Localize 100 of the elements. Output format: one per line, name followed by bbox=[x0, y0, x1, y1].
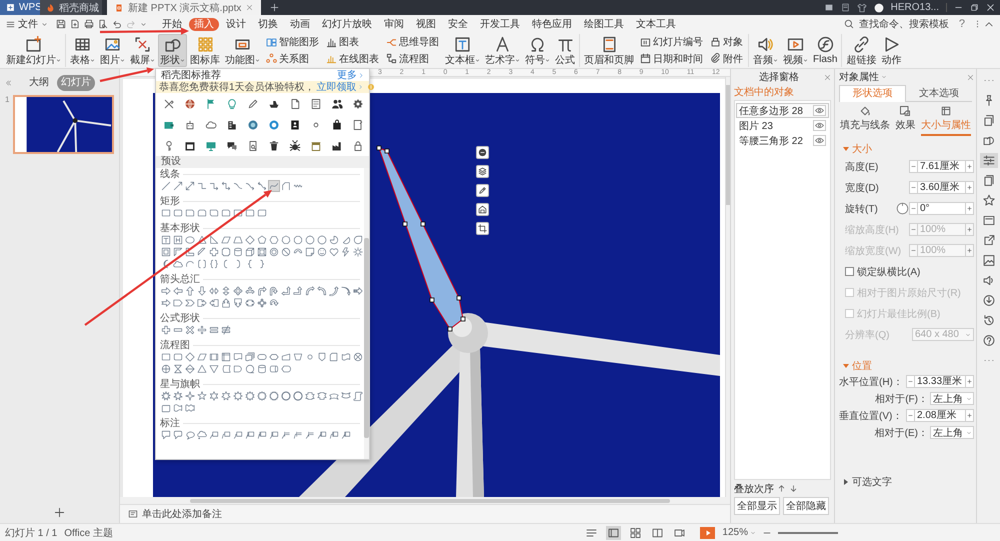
multiply-sign-icon[interactable] bbox=[185, 325, 195, 335]
restore-icon[interactable] bbox=[970, 3, 979, 12]
decrement-button[interactable] bbox=[909, 160, 918, 173]
folded-corner-icon[interactable] bbox=[305, 247, 315, 257]
shopping-bag-icon[interactable] bbox=[330, 118, 342, 130]
rotation-dial-icon[interactable] bbox=[896, 202, 909, 215]
bent-up-arrow-icon[interactable] bbox=[293, 286, 303, 296]
increment-button[interactable] bbox=[965, 160, 974, 173]
star-8-icon[interactable] bbox=[233, 391, 243, 401]
increment-button[interactable] bbox=[965, 375, 974, 388]
star-16-icon[interactable] bbox=[269, 391, 279, 401]
window-tab[interactable]: 新建 PPTX 演示文稿.pptx bbox=[107, 0, 262, 15]
menu-tab[interactable]: 开发工具 bbox=[475, 18, 525, 30]
ribbon-button[interactable]: 思维导图 bbox=[383, 34, 442, 50]
slide-sorter-icon[interactable] bbox=[628, 526, 644, 540]
plus-icon[interactable] bbox=[54, 507, 65, 518]
padlock-icon[interactable] bbox=[352, 140, 364, 152]
ribbon-button[interactable]: 功能图 bbox=[223, 34, 262, 67]
quad-arrow-callout-icon[interactable] bbox=[257, 298, 267, 308]
ribbon-button[interactable]: 对象 bbox=[707, 34, 746, 50]
flow-process-icon[interactable] bbox=[161, 352, 171, 362]
curve-icon[interactable] bbox=[269, 181, 279, 191]
flow-delay-icon[interactable] bbox=[233, 364, 243, 374]
note-icon[interactable] bbox=[840, 3, 850, 12]
smiley-icon[interactable] bbox=[317, 247, 327, 257]
decrement-button[interactable] bbox=[906, 375, 915, 388]
layers-button[interactable] bbox=[476, 165, 489, 178]
ribbon-button[interactable]: 日期和时间 bbox=[637, 50, 706, 67]
pen-button[interactable] bbox=[476, 184, 489, 197]
ribbon-button[interactable]: 新建幻灯片 bbox=[4, 34, 63, 67]
heptagon-icon[interactable] bbox=[281, 235, 291, 245]
flow-punched-tape-icon[interactable] bbox=[341, 352, 351, 362]
borderless-line-callout-icon[interactable] bbox=[281, 430, 291, 440]
flow-stored-data-icon[interactable] bbox=[221, 364, 231, 374]
cloud-callout-icon[interactable] bbox=[197, 430, 207, 440]
eye-icon[interactable] bbox=[813, 105, 826, 116]
ribbon-button[interactable]: 页眉和页脚 bbox=[582, 34, 636, 67]
flow-direct-access-storage-icon[interactable] bbox=[269, 364, 279, 374]
robot-icon[interactable] bbox=[184, 118, 196, 130]
user-name[interactable]: HERO13... bbox=[890, 2, 939, 13]
expand-triangle-icon[interactable] bbox=[843, 363, 849, 369]
left-right-up-arrow-icon[interactable] bbox=[245, 286, 255, 296]
pentagon-icon[interactable] bbox=[257, 235, 267, 245]
flow-internal-storage-icon[interactable] bbox=[221, 352, 231, 362]
pane-button[interactable]: 全部显示 bbox=[734, 497, 780, 515]
flow-multidocument-icon[interactable] bbox=[245, 352, 255, 362]
flow-sort-icon[interactable] bbox=[185, 364, 195, 374]
chevron-icon[interactable] bbox=[185, 298, 195, 308]
curved-up-ribbon-icon[interactable] bbox=[329, 391, 339, 401]
ribbon-button[interactable]: 幻灯片编号 bbox=[637, 34, 706, 50]
lightbulb-icon[interactable] bbox=[226, 98, 238, 110]
menu-tab[interactable]: 文本工具 bbox=[631, 18, 681, 30]
accent-double-bent-line-callout-icon[interactable] bbox=[269, 430, 279, 440]
right-arrow-callout-icon[interactable] bbox=[197, 298, 207, 308]
plaque-icon[interactable] bbox=[221, 247, 231, 257]
window-tab[interactable]: 稻壳商城 bbox=[40, 0, 102, 15]
increment-button[interactable] bbox=[965, 409, 974, 422]
wave-icon[interactable] bbox=[173, 403, 183, 413]
rectangle-icon[interactable] bbox=[161, 208, 171, 218]
view-tab[interactable]: 大纲 bbox=[25, 75, 53, 91]
tools-icon[interactable] bbox=[162, 98, 174, 110]
trash-can-icon[interactable] bbox=[268, 140, 280, 152]
search-field[interactable]: 查找命令、搜索模板 bbox=[856, 18, 953, 30]
double-wave-icon[interactable] bbox=[185, 403, 195, 413]
star-32-icon[interactable] bbox=[293, 391, 303, 401]
ribbon-button[interactable]: 公式 bbox=[553, 34, 577, 67]
globe-icon[interactable] bbox=[184, 98, 196, 110]
file-menu[interactable]: 文件 bbox=[6, 17, 48, 31]
gear-icon[interactable] bbox=[352, 98, 364, 110]
badge-icon[interactable] bbox=[268, 118, 280, 130]
building-icon[interactable] bbox=[226, 118, 238, 130]
expand-triangle-icon[interactable] bbox=[843, 146, 849, 152]
zoom-level[interactable]: 125% bbox=[722, 527, 756, 538]
flow-terminator-icon[interactable] bbox=[257, 352, 267, 362]
pentagon-arrow-icon[interactable] bbox=[173, 298, 183, 308]
arc-icon[interactable] bbox=[185, 259, 195, 269]
line-callout-icon[interactable] bbox=[209, 430, 219, 440]
document-icon[interactable] bbox=[288, 98, 300, 110]
diagonal-stripe-icon[interactable] bbox=[197, 247, 207, 257]
flow-manual-input-icon[interactable] bbox=[281, 352, 291, 362]
diamond-icon[interactable] bbox=[245, 235, 255, 245]
chord-icon[interactable] bbox=[341, 235, 351, 245]
help-button[interactable]: ? bbox=[958, 18, 965, 30]
window-icon[interactable] bbox=[824, 3, 834, 12]
flow-merge-icon[interactable] bbox=[209, 364, 219, 374]
menu-tab[interactable]: 审阅 bbox=[379, 18, 409, 30]
accent-line-callout-icon[interactable] bbox=[245, 430, 255, 440]
eye-icon[interactable] bbox=[813, 120, 826, 131]
ribbon-button[interactable]: 艺术字 bbox=[483, 34, 522, 67]
star-5-icon[interactable] bbox=[197, 391, 207, 401]
minus-button[interactable] bbox=[476, 146, 489, 159]
number-field[interactable]: 13.33厘米 bbox=[915, 375, 965, 388]
can-icon[interactable] bbox=[233, 247, 243, 257]
arrow-up-icon[interactable] bbox=[777, 484, 786, 493]
arrow-line-icon[interactable] bbox=[173, 181, 183, 191]
increment-button[interactable] bbox=[965, 244, 974, 257]
shirt-icon[interactable] bbox=[856, 2, 867, 12]
moon-icon[interactable] bbox=[161, 259, 171, 269]
left-arrow-icon[interactable] bbox=[173, 286, 183, 296]
more-link[interactable]: 更多 bbox=[337, 68, 364, 82]
